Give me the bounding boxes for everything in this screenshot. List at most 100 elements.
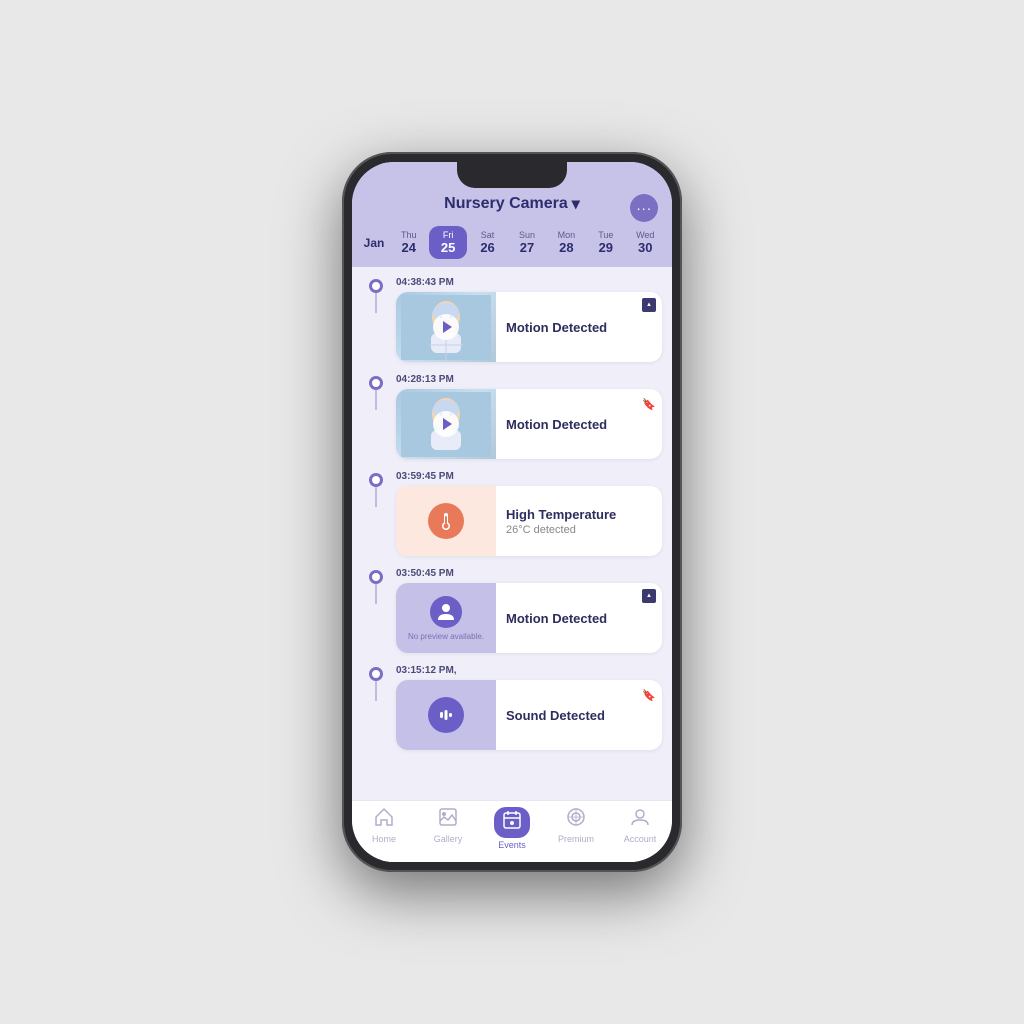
phone-screen: Nursery Camera ▾ ··· Jan Thu 24 Fri 25 S… [352, 162, 672, 862]
event-time-card-5: 03:15:12 PM, [396, 665, 662, 750]
day-name-fri: Fri [431, 230, 464, 240]
day-num-tue: 29 [589, 240, 622, 255]
nav-gallery[interactable]: Gallery [416, 807, 480, 850]
day-num-mon: 28 [550, 240, 583, 255]
event-badge-1 [642, 298, 656, 312]
event-time-1: 04:38:43 PM [396, 277, 662, 288]
timeline-3 [362, 471, 390, 507]
upload-badge-4 [642, 589, 656, 603]
timeline-dot-4 [369, 570, 383, 584]
play-button-2[interactable] [433, 411, 459, 437]
calendar-day-sun[interactable]: Sun 27 [508, 226, 545, 259]
events-icon [502, 810, 522, 835]
notch [457, 162, 567, 188]
event-thumb-4: No preview available. [396, 583, 496, 653]
event-card-5[interactable]: Sound Detected 🔖 [396, 680, 662, 750]
day-name-sat: Sat [471, 230, 504, 240]
thermo-svg [436, 511, 456, 531]
event-thumb-2[interactable] [396, 389, 496, 459]
phone-frame: Nursery Camera ▾ ··· Jan Thu 24 Fri 25 S… [342, 152, 682, 872]
nav-home[interactable]: Home [352, 807, 416, 850]
timeline-line-2 [375, 390, 377, 410]
event-time-card-4: 03:50:45 PM No preview availab [396, 568, 662, 653]
event-info-1: Motion Detected [496, 292, 662, 362]
nav-premium-label: Premium [558, 834, 594, 844]
sound-icon [428, 697, 464, 733]
calendar-day-sat[interactable]: Sat 26 [469, 226, 506, 259]
account-icon [630, 807, 650, 832]
more-menu-button[interactable]: ··· [630, 194, 658, 222]
day-num-sat: 26 [471, 240, 504, 255]
calendar-day-thu[interactable]: Thu 24 [390, 226, 427, 259]
event-badge-2: 🔖 [642, 395, 656, 413]
day-num-thu: 24 [392, 240, 425, 255]
nav-account-label: Account [624, 834, 657, 844]
timeline-2 [362, 374, 390, 410]
nav-premium[interactable]: Premium [544, 807, 608, 850]
events-list: 04:38:43 PM [352, 267, 672, 800]
event-time-card-1: 04:38:43 PM [396, 277, 662, 362]
calendar-day-mon[interactable]: Mon 28 [548, 226, 585, 259]
event-info-4: Motion Detected [496, 583, 662, 653]
event-row-1: 04:38:43 PM [352, 271, 672, 368]
calendar-day-tue[interactable]: Tue 29 [587, 226, 624, 259]
timeline-line-3 [375, 487, 377, 507]
day-name-wed: Wed [629, 230, 662, 240]
timeline-dot-2 [369, 376, 383, 390]
event-label-4: Motion Detected [506, 611, 607, 626]
timeline-line-1 [375, 293, 377, 313]
event-thumb-5 [396, 680, 496, 750]
person-icon [430, 596, 462, 628]
no-preview-text: No preview available. [408, 632, 484, 641]
event-sublabel-3: 26°C detected [506, 524, 616, 536]
play-button-1[interactable] [433, 314, 459, 340]
timeline-dot-1 [369, 279, 383, 293]
event-info-3: High Temperature 26°C detected [496, 486, 662, 556]
timeline-1 [362, 277, 390, 313]
event-time-card-3: 03:59:45 PM [396, 471, 662, 556]
event-label-1: Motion Detected [506, 320, 607, 335]
day-name-thu: Thu [392, 230, 425, 240]
gallery-icon [438, 807, 458, 832]
day-num-wed: 30 [629, 240, 662, 255]
event-label-2: Motion Detected [506, 417, 607, 432]
event-label-3: High Temperature [506, 507, 616, 522]
event-info-2: Motion Detected 🔖 [496, 389, 662, 459]
event-card-4[interactable]: No preview available. Motion Detected [396, 583, 662, 653]
timeline-dot-5 [369, 667, 383, 681]
day-name-tue: Tue [589, 230, 622, 240]
calendar-day-wed[interactable]: Wed 30 [627, 226, 664, 259]
event-time-2: 04:28:13 PM [396, 374, 662, 385]
nav-events-label: Events [498, 840, 526, 850]
upload-badge-1 [642, 298, 656, 312]
event-row-3: 03:59:45 PM [352, 465, 672, 562]
event-badge-5: 🔖 [642, 686, 656, 704]
day-num-sun: 27 [510, 240, 543, 255]
day-name-sun: Sun [510, 230, 543, 240]
event-card-3[interactable]: High Temperature 26°C detected [396, 486, 662, 556]
timeline-line-4 [375, 584, 377, 604]
month-label: Jan [360, 236, 388, 250]
event-time-card-2: 04:28:13 PM [396, 374, 662, 459]
event-card-1[interactable]: Motion Detected [396, 292, 662, 362]
nav-events[interactable]: Events [480, 807, 544, 850]
sound-svg [435, 704, 457, 726]
calendar-day-fri[interactable]: Fri 25 [429, 226, 466, 259]
day-name-mon: Mon [550, 230, 583, 240]
nav-home-label: Home [372, 834, 396, 844]
event-card-2[interactable]: Motion Detected 🔖 [396, 389, 662, 459]
timeline-5 [362, 665, 390, 701]
nav-account[interactable]: Account [608, 807, 672, 850]
event-time-4: 03:50:45 PM [396, 568, 662, 579]
event-row-5: 03:15:12 PM, [352, 659, 672, 756]
event-row-4: 03:50:45 PM No preview availab [352, 562, 672, 659]
header-title: Nursery Camera ▾ [444, 194, 580, 214]
dropdown-icon[interactable]: ▾ [572, 194, 580, 214]
event-thumb-1[interactable] [396, 292, 496, 362]
day-num-fri: 25 [431, 240, 464, 255]
camera-name-label: Nursery Camera [444, 195, 568, 213]
event-label-5: Sound Detected [506, 708, 605, 723]
timeline-4 [362, 568, 390, 604]
thermometer-icon [428, 503, 464, 539]
bottom-nav: Home Gallery [352, 800, 672, 862]
